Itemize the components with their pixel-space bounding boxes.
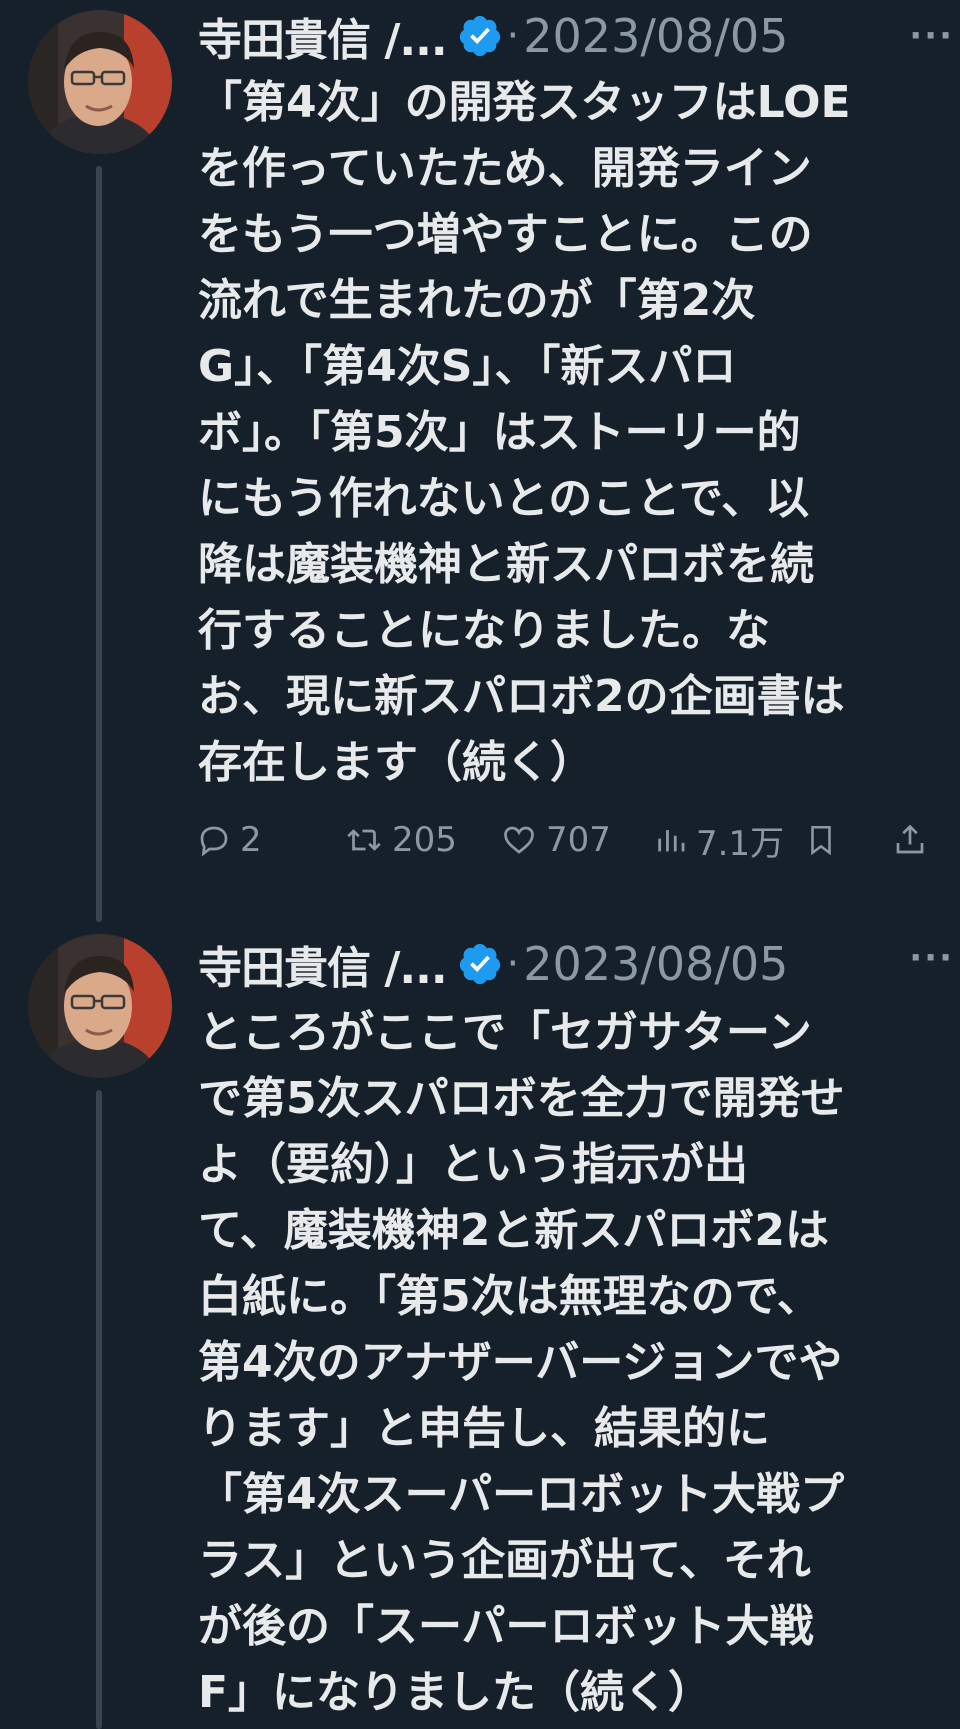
- like-count: 707: [546, 820, 611, 860]
- share-icon: [896, 824, 924, 854]
- tweet-text: 「第4次」の開発スタッフはLOE を作っていたため、開発ライン をもう一つ増やす…: [198, 77, 851, 788]
- like-icon: [504, 826, 534, 854]
- author-name[interactable]: 寺田貴信 /...: [198, 4, 448, 68]
- author-name[interactable]: 寺田貴信 /...: [198, 932, 448, 996]
- reply-count: 2: [240, 820, 262, 860]
- tweet-date[interactable]: 2023/08/05: [523, 9, 788, 63]
- retweet-button[interactable]: 205: [344, 810, 457, 870]
- thread-line: [96, 1090, 102, 1729]
- separator-dot: ·: [506, 13, 520, 59]
- timeline: 寺田貴信 /... · 2023/08/05 ··· 「第4次」の開発スタッフは…: [0, 0, 960, 1729]
- tweet-date[interactable]: 2023/08/05: [523, 937, 788, 991]
- views-button[interactable]: 7.1万: [654, 810, 784, 870]
- tweet-text: ところがここで「セガサターン で第5次スパロボを全力で開発せ よ（要約）」という…: [198, 1007, 845, 1718]
- bookmark-icon: [811, 825, 831, 856]
- retweet-count: 205: [392, 820, 457, 860]
- reply-icon: [200, 826, 228, 857]
- share-button[interactable]: [892, 810, 936, 870]
- view-count: 7.1万: [696, 823, 785, 864]
- retweet-icon: [347, 829, 381, 851]
- views-icon: [658, 830, 685, 852]
- tweet[interactable]: 寺田貴信 /... · 2023/08/05 ··· 「第4次」の開発スタッフは…: [0, 0, 960, 922]
- tweet[interactable]: 寺田貴信 /... · 2023/08/05 ··· ところがここで「セガサター…: [0, 922, 960, 1729]
- verified-badge-icon: [457, 941, 503, 987]
- bookmark-button[interactable]: [804, 810, 846, 870]
- reply-button[interactable]: 2: [196, 810, 262, 870]
- like-button[interactable]: 707: [500, 810, 611, 870]
- avatar[interactable]: [28, 10, 172, 154]
- tweet-header: 寺田貴信 /... · 2023/08/05: [198, 6, 938, 66]
- separator-dot: ·: [506, 941, 520, 987]
- action-bar: 2 205 707 7.1万: [196, 810, 936, 870]
- more-options-icon[interactable]: ···: [909, 938, 954, 978]
- verified-badge-icon: [457, 13, 503, 59]
- thread-line: [96, 166, 102, 922]
- avatar[interactable]: [28, 934, 172, 1078]
- tweet-header: 寺田貴信 /... · 2023/08/05: [198, 934, 938, 994]
- more-options-icon[interactable]: ···: [909, 16, 954, 56]
